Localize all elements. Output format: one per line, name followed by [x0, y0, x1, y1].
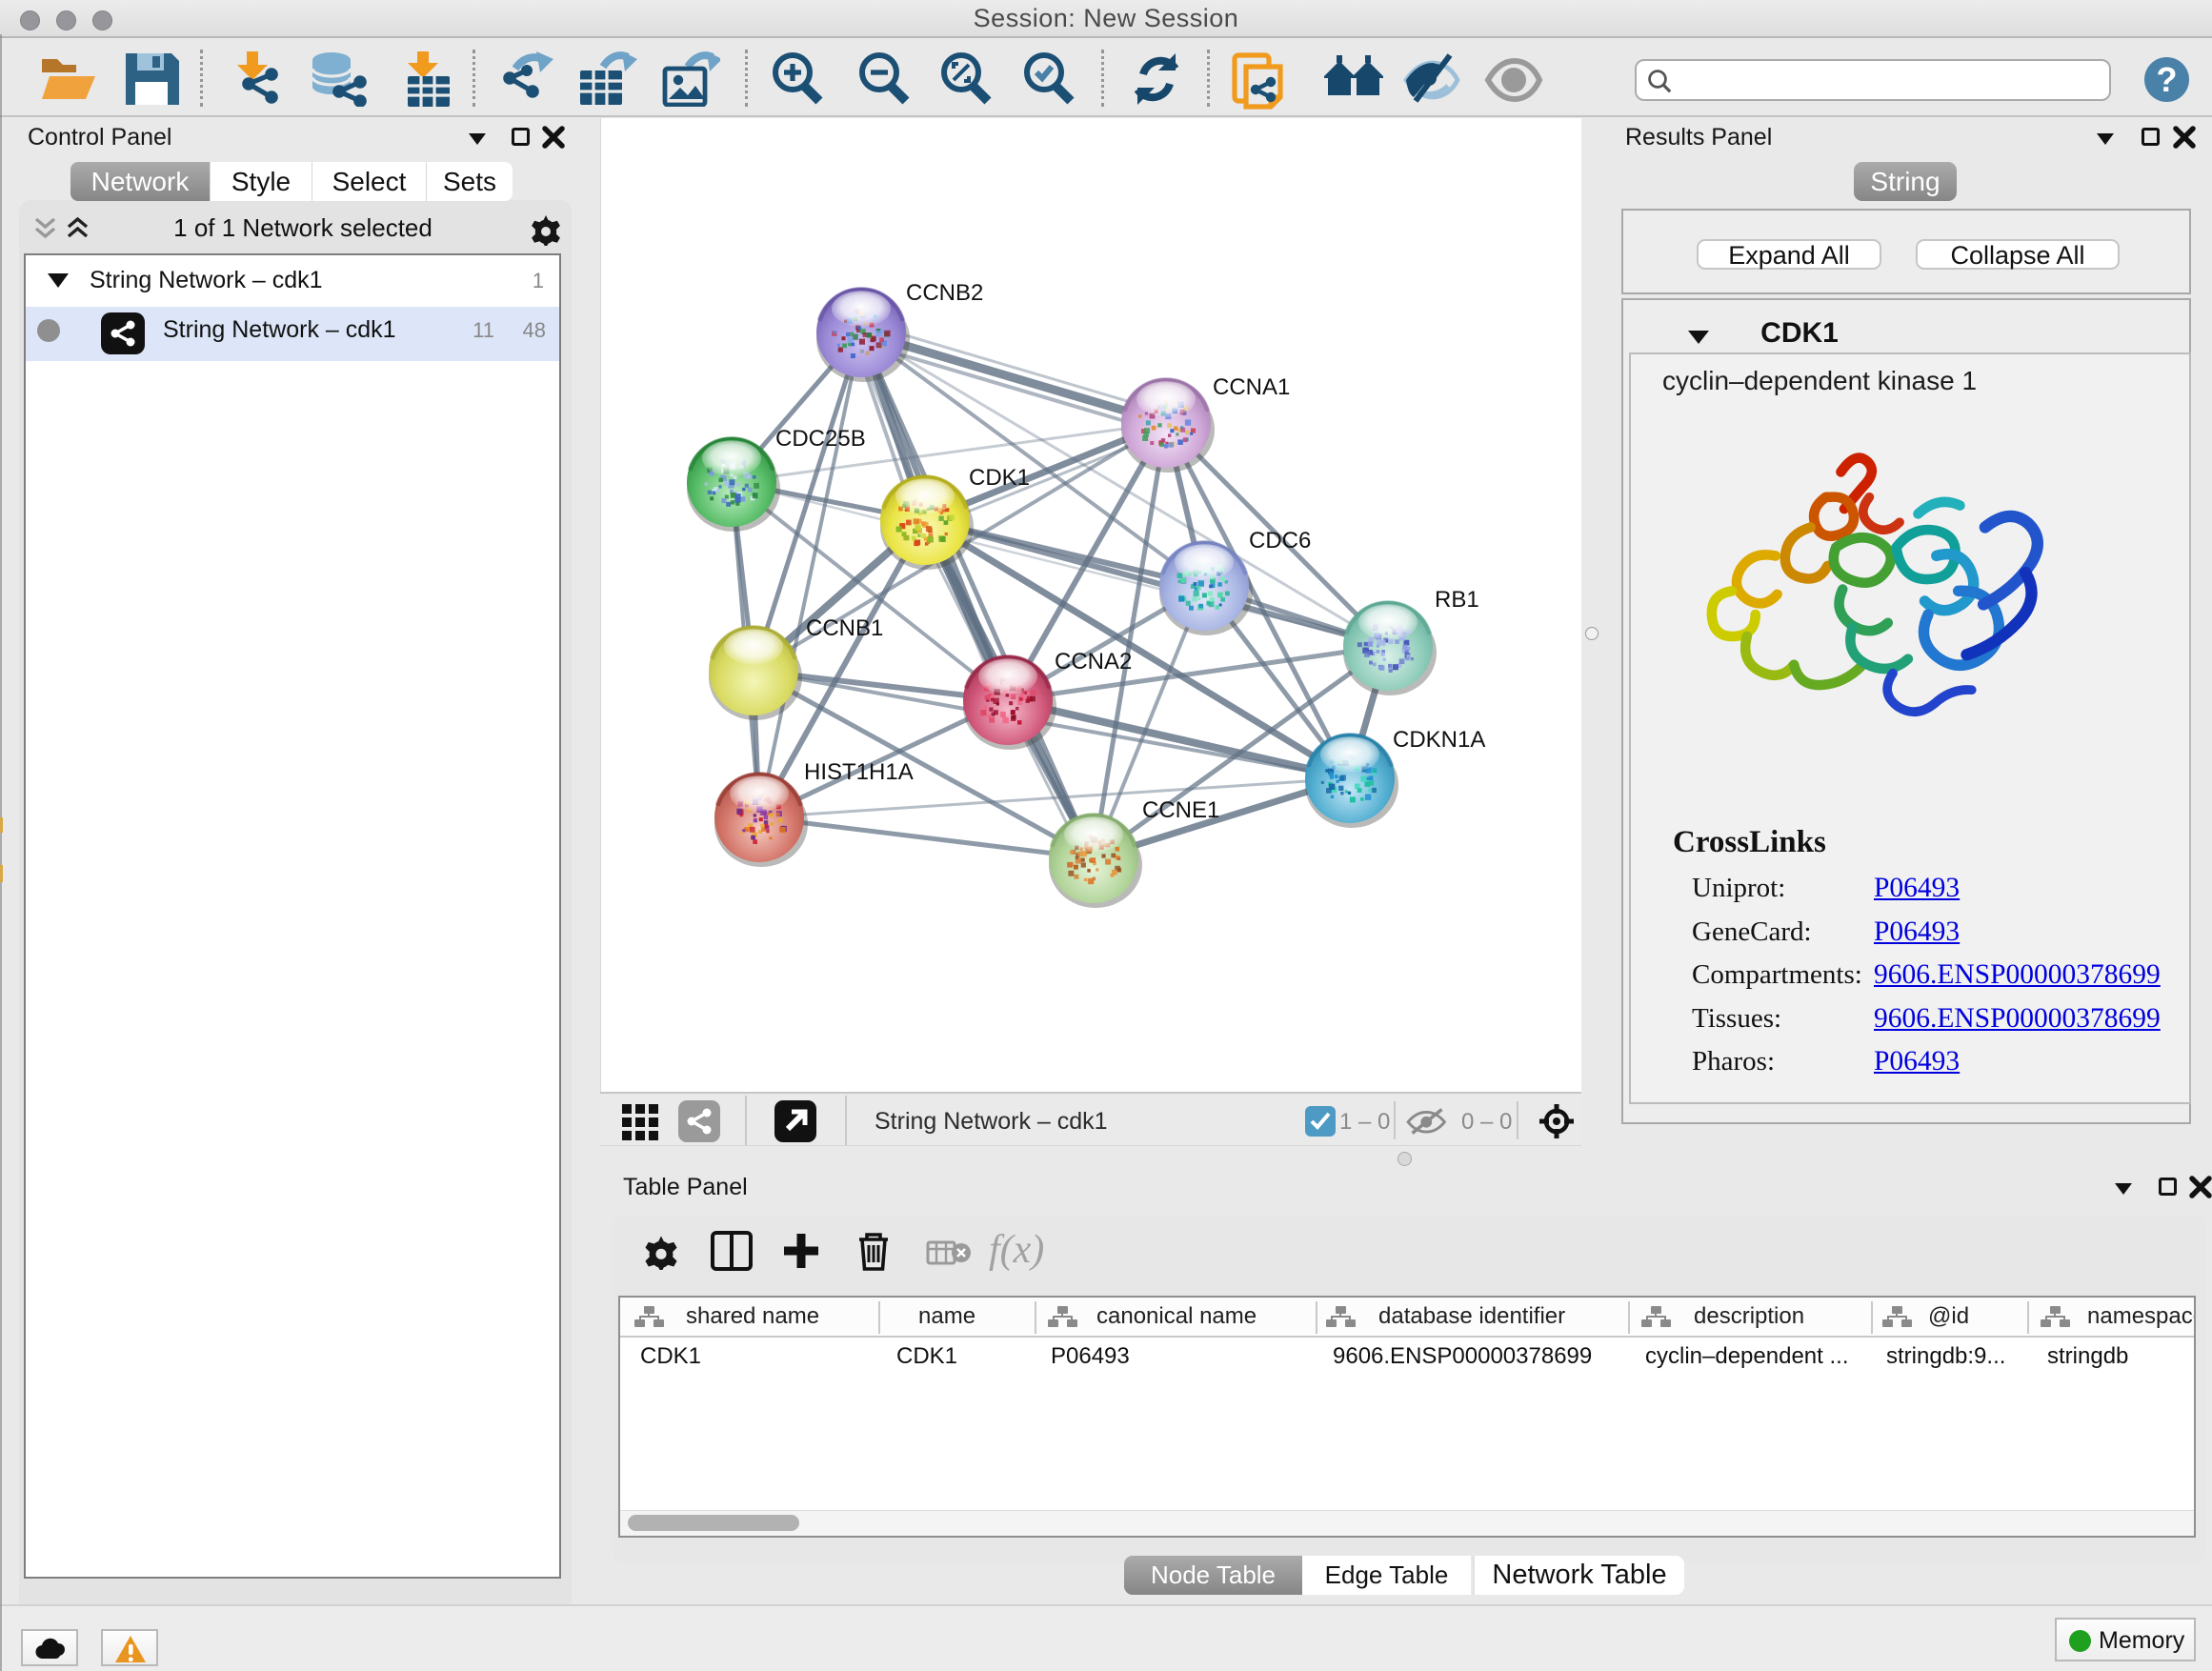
svg-text:HIST1H1A: HIST1H1A: [804, 759, 914, 785]
svg-text:CDKN1A: CDKN1A: [1393, 727, 1485, 753]
svg-text:CCNB1: CCNB1: [806, 615, 883, 641]
svg-text:CCNA1: CCNA1: [1213, 374, 1290, 400]
svg-text:CDC6: CDC6: [1249, 528, 1311, 554]
svg-text:RB1: RB1: [1435, 587, 1479, 613]
svg-text:CCNE1: CCNE1: [1142, 797, 1219, 823]
svg-text:CDK1: CDK1: [969, 465, 1030, 491]
svg-text:CCNA2: CCNA2: [1055, 649, 1132, 674]
svg-text:CCNB2: CCNB2: [906, 280, 983, 306]
svg-text:CDC25B: CDC25B: [775, 426, 866, 452]
